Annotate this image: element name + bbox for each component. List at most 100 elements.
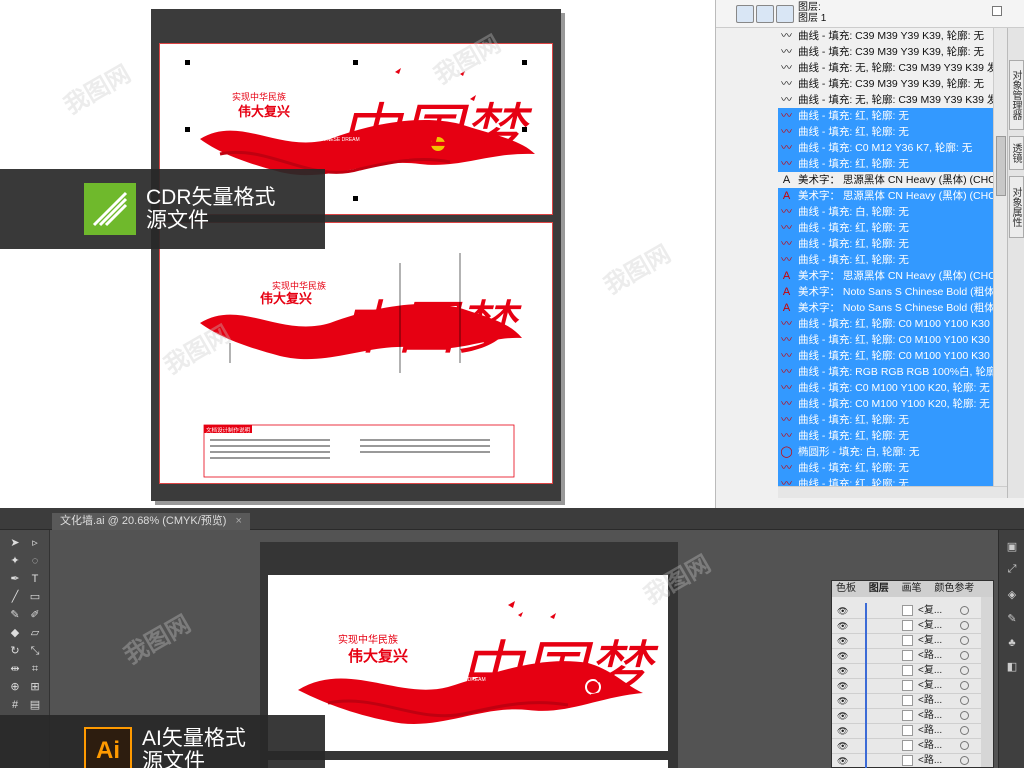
tab-color-guide[interactable]: 颜色参考	[934, 583, 974, 594]
direct-selection-tool-icon[interactable]: ▹	[28, 536, 42, 550]
target-circle-icon[interactable]	[960, 741, 969, 750]
object-row[interactable]: 〰曲线 - 填充: C0 M100 Y100 K20, 轮廓: 无	[778, 380, 1007, 396]
visibility-eye-icon[interactable]: 👁	[837, 681, 848, 691]
target-circle-icon[interactable]	[960, 696, 969, 705]
layer-row[interactable]: 👁 <路...	[832, 753, 982, 768]
line-tool-icon[interactable]: ╱	[8, 590, 22, 604]
object-row[interactable]: 〰曲线 - 填充: 红, 轮廓: 无	[778, 252, 1007, 268]
target-circle-icon[interactable]	[960, 726, 969, 735]
object-list-hscrollbar[interactable]	[778, 486, 1007, 498]
object-row[interactable]: 〰曲线 - 填充: 无, 轮廓: C39 M39 Y39 K39 发丝	[778, 60, 1007, 76]
brushes-panel-icon[interactable]: ✎	[1005, 612, 1019, 626]
visibility-eye-icon[interactable]: 👁	[837, 756, 848, 766]
object-row[interactable]: A 美术字： 思源黑体 CN Heavy (黑体) (CHC) - 填充	[778, 188, 1007, 204]
shape-builder-tool-icon[interactable]: ⊕	[8, 680, 22, 694]
tab-swatches[interactable]: 色板	[836, 583, 856, 594]
layers-panel-icon[interactable]: ◈	[1005, 588, 1019, 602]
ai-artboard-detail[interactable]	[268, 760, 668, 768]
panel-close-button[interactable]	[992, 6, 1002, 16]
object-row[interactable]: 〰曲线 - 填充: 无, 轮廓: C39 M39 Y39 K39 发丝	[778, 92, 1007, 108]
layer-manager-view-icon[interactable]	[736, 5, 754, 23]
scale-tool-icon[interactable]: ⤡	[28, 644, 42, 658]
target-circle-icon[interactable]	[960, 651, 969, 660]
free-transform-tool-icon[interactable]: ⌗	[28, 662, 42, 676]
layer-row[interactable]: 👁 <复...	[832, 603, 982, 619]
graphic-styles-panel-icon[interactable]: ◧	[1005, 660, 1019, 674]
object-row[interactable]: 〰曲线 - 填充: 红, 轮廓: C0 M100 Y100 K30 发	[778, 332, 1007, 348]
object-properties-icon[interactable]	[776, 5, 794, 23]
transform-panel-icon[interactable]: ⤢	[1005, 562, 1019, 576]
object-row[interactable]: 〰曲线 - 填充: C39 M39 Y39 K39, 轮廓: 无	[778, 76, 1007, 92]
perspective-tool-icon[interactable]: ⊞	[28, 680, 42, 694]
object-list-scrollbar[interactable]	[993, 28, 1007, 498]
target-circle-icon[interactable]	[960, 756, 969, 765]
object-row[interactable]: 〰曲线 - 填充: 红, 轮廓: 无	[778, 428, 1007, 444]
target-circle-icon[interactable]	[960, 666, 969, 675]
paintbrush-tool-icon[interactable]: ✎	[8, 608, 22, 622]
visibility-eye-icon[interactable]: 👁	[837, 696, 848, 706]
layer-row[interactable]: 👁 <复...	[832, 618, 982, 634]
object-row[interactable]: A 美术字： Noto Sans S Chinese Bold (粗体)	[778, 300, 1007, 316]
selection-handle[interactable]	[522, 60, 527, 65]
object-row[interactable]: 〰曲线 - 填充: RGB RGB RGB 100%白, 轮廓: 5	[778, 364, 1007, 380]
selection-handle[interactable]	[353, 196, 358, 201]
pencil-tool-icon[interactable]: ✐	[28, 608, 42, 622]
layer-row[interactable]: 👁 <路...	[832, 738, 982, 754]
target-circle-icon[interactable]	[960, 636, 969, 645]
edit-across-layers-icon[interactable]	[756, 5, 774, 23]
pen-tool-icon[interactable]: ✒	[8, 572, 22, 586]
cdr-canvas[interactable]: 实现中华民族 伟大复兴 中国梦 共筑 CHINESE DREAM 实现中华民族	[151, 9, 561, 501]
target-circle-icon[interactable]	[960, 681, 969, 690]
visibility-eye-icon[interactable]: 👁	[837, 651, 848, 661]
object-list[interactable]: 〰曲线 - 填充: C39 M39 Y39 K39, 轮廓: 无〰曲线 - 填充…	[778, 28, 1007, 498]
object-row[interactable]: 〰曲线 - 填充: 红, 轮廓: 无	[778, 236, 1007, 252]
visibility-eye-icon[interactable]: 👁	[837, 666, 848, 676]
object-row[interactable]: 〰曲线 - 填充: 红, 轮廓: C0 M100 Y100 K30 发	[778, 348, 1007, 364]
rotate-tool-icon[interactable]: ↻	[8, 644, 22, 658]
cdr-page-detail[interactable]: 实现中华民族 伟大复兴 中国梦 文档设计制作说明	[159, 222, 553, 484]
blob-brush-tool-icon[interactable]: ◆	[8, 626, 22, 640]
visibility-eye-icon[interactable]: 👁	[837, 741, 848, 751]
document-tab[interactable]: 文化墙.ai @ 20.68% (CMYK/预览) ×	[52, 513, 250, 530]
object-row[interactable]: ◯ 椭圆形 - 填充: 白, 轮廓: 无	[778, 444, 1007, 460]
object-row[interactable]: 〰曲线 - 填充: 红, 轮廓: 无	[778, 460, 1007, 476]
docker-tab-lens[interactable]: 透镜	[1009, 136, 1024, 170]
layer-row[interactable]: 👁 <复...	[832, 663, 982, 679]
object-row[interactable]: 〰曲线 - 填充: 红, 轮廓: 无	[778, 156, 1007, 172]
type-tool-icon[interactable]: T	[28, 572, 42, 586]
selection-handle[interactable]	[522, 127, 527, 132]
tab-brushes[interactable]: 画笔	[902, 583, 922, 594]
selection-tool-icon[interactable]: ➤	[8, 536, 22, 550]
visibility-eye-icon[interactable]: 👁	[837, 636, 848, 646]
width-tool-icon[interactable]: ⇹	[8, 662, 22, 676]
visibility-eye-icon[interactable]: 👁	[837, 711, 848, 721]
object-row[interactable]: 〰曲线 - 填充: C39 M39 Y39 K39, 轮廓: 无	[778, 28, 1007, 44]
selection-handle[interactable]	[185, 127, 190, 132]
mesh-tool-icon[interactable]: #	[8, 698, 22, 712]
close-tab-icon[interactable]: ×	[236, 515, 242, 527]
docker-tab-object-manager[interactable]: 对象管理器	[1009, 60, 1024, 130]
layer-row[interactable]: 👁 <路...	[832, 693, 982, 709]
tab-layers[interactable]: 图层	[869, 583, 889, 594]
layer-row[interactable]: 👁 <复...	[832, 678, 982, 694]
object-row[interactable]: A 美术字： Noto Sans S Chinese Bold (粗体)	[778, 284, 1007, 300]
object-row[interactable]: A 美术字： 思源黑体 CN Heavy (黑体) (CHC) -	[778, 268, 1007, 284]
artboards-panel-icon[interactable]: ▣	[1005, 540, 1019, 554]
layer-row[interactable]: 👁 <复...	[832, 633, 982, 649]
layer-row[interactable]: 👁 <路...	[832, 708, 982, 724]
selection-handle[interactable]	[353, 60, 358, 65]
object-row[interactable]: A 美术字： 思源黑体 CN Heavy (黑体) (CHC) - 填充: 红	[778, 172, 1007, 188]
object-row[interactable]: 〰曲线 - 填充: 红, 轮廓: 无	[778, 108, 1007, 124]
target-circle-icon[interactable]	[960, 606, 969, 615]
visibility-eye-icon[interactable]: 👁	[837, 726, 848, 736]
ai-artboard-main[interactable]: 实现中华民族 伟大复兴 中国梦 共筑 CHINESE DREAM	[268, 575, 668, 751]
object-row[interactable]: 〰曲线 - 填充: C0 M100 Y100 K20, 轮廓: 无	[778, 396, 1007, 412]
visibility-eye-icon[interactable]: 👁	[837, 621, 848, 631]
eraser-tool-icon[interactable]: ▱	[28, 626, 42, 640]
scrollbar-thumb[interactable]	[996, 136, 1006, 196]
docker-tab-object-properties[interactable]: 对象属性	[1009, 176, 1024, 238]
layers-scrollbar[interactable]	[981, 597, 993, 767]
lasso-tool-icon[interactable]: ◌	[28, 554, 42, 568]
object-row[interactable]: 〰曲线 - 填充: C0 M12 Y36 K7, 轮廓: 无	[778, 140, 1007, 156]
magic-wand-tool-icon[interactable]: ✦	[8, 554, 22, 568]
